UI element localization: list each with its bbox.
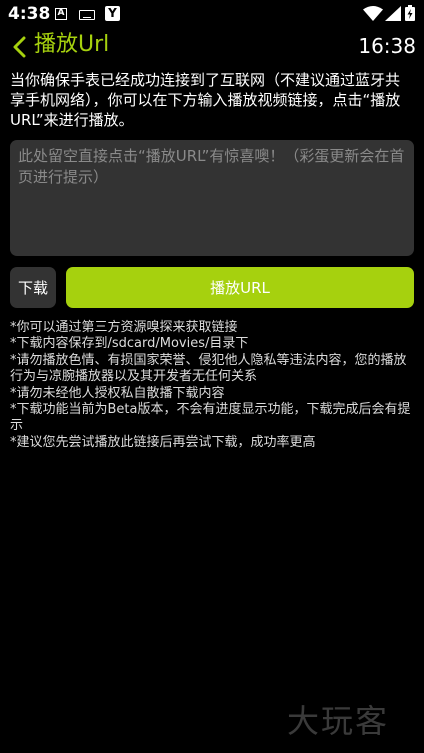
y-app-icon: Y xyxy=(105,6,120,21)
note-item: *建议您先尝试播放此链接后再尝试下载，成功率更高 xyxy=(10,434,316,450)
chevron-left-icon[interactable] xyxy=(11,36,29,58)
note-item: *你可以通过第三方资源嗅探来获取链接 xyxy=(10,320,238,335)
status-bar: 4:38 A Y xyxy=(0,0,424,28)
page-title: 播放Url xyxy=(34,32,110,57)
watermark: 大玩客 xyxy=(287,702,390,740)
play-url-button[interactable]: 播放URL xyxy=(66,267,414,308)
note-item: *请勿播放色情、有损国家荣誉、侵犯他人隐私等违法内容，您的播放行为与凉腕播放器以… xyxy=(10,352,407,385)
wifi-icon xyxy=(363,6,383,21)
intro-text: 当你确保手表已经成功连接到了互联网（不建议通过蓝牙共享手机网络），你可以在下方输… xyxy=(10,71,401,129)
url-input[interactable] xyxy=(10,140,414,256)
battery-charging-icon xyxy=(405,5,415,21)
note-item: *下载内容保存到/sdcard/Movies/目录下 xyxy=(10,336,249,352)
download-button[interactable]: 下载 xyxy=(10,267,56,308)
note-item: *下载功能当前为Beta版本，不会有进度显示功能，下载完成后会有提示 xyxy=(10,402,411,434)
note-item: *请勿未经他人授权私自散播下载内容 xyxy=(10,385,225,401)
cell-signal-icon xyxy=(385,6,401,21)
notes-list: *你可以通过第三方资源嗅探来获取链接 *下载内容保存到/sdcard/Movie… xyxy=(10,320,414,451)
status-time: 4:38 xyxy=(8,4,51,24)
text-a-icon: A xyxy=(55,8,67,20)
clock: 16:38 xyxy=(358,34,416,58)
keyboard-icon xyxy=(79,10,95,20)
title-bar: 播放Url 16:38 xyxy=(0,28,424,64)
